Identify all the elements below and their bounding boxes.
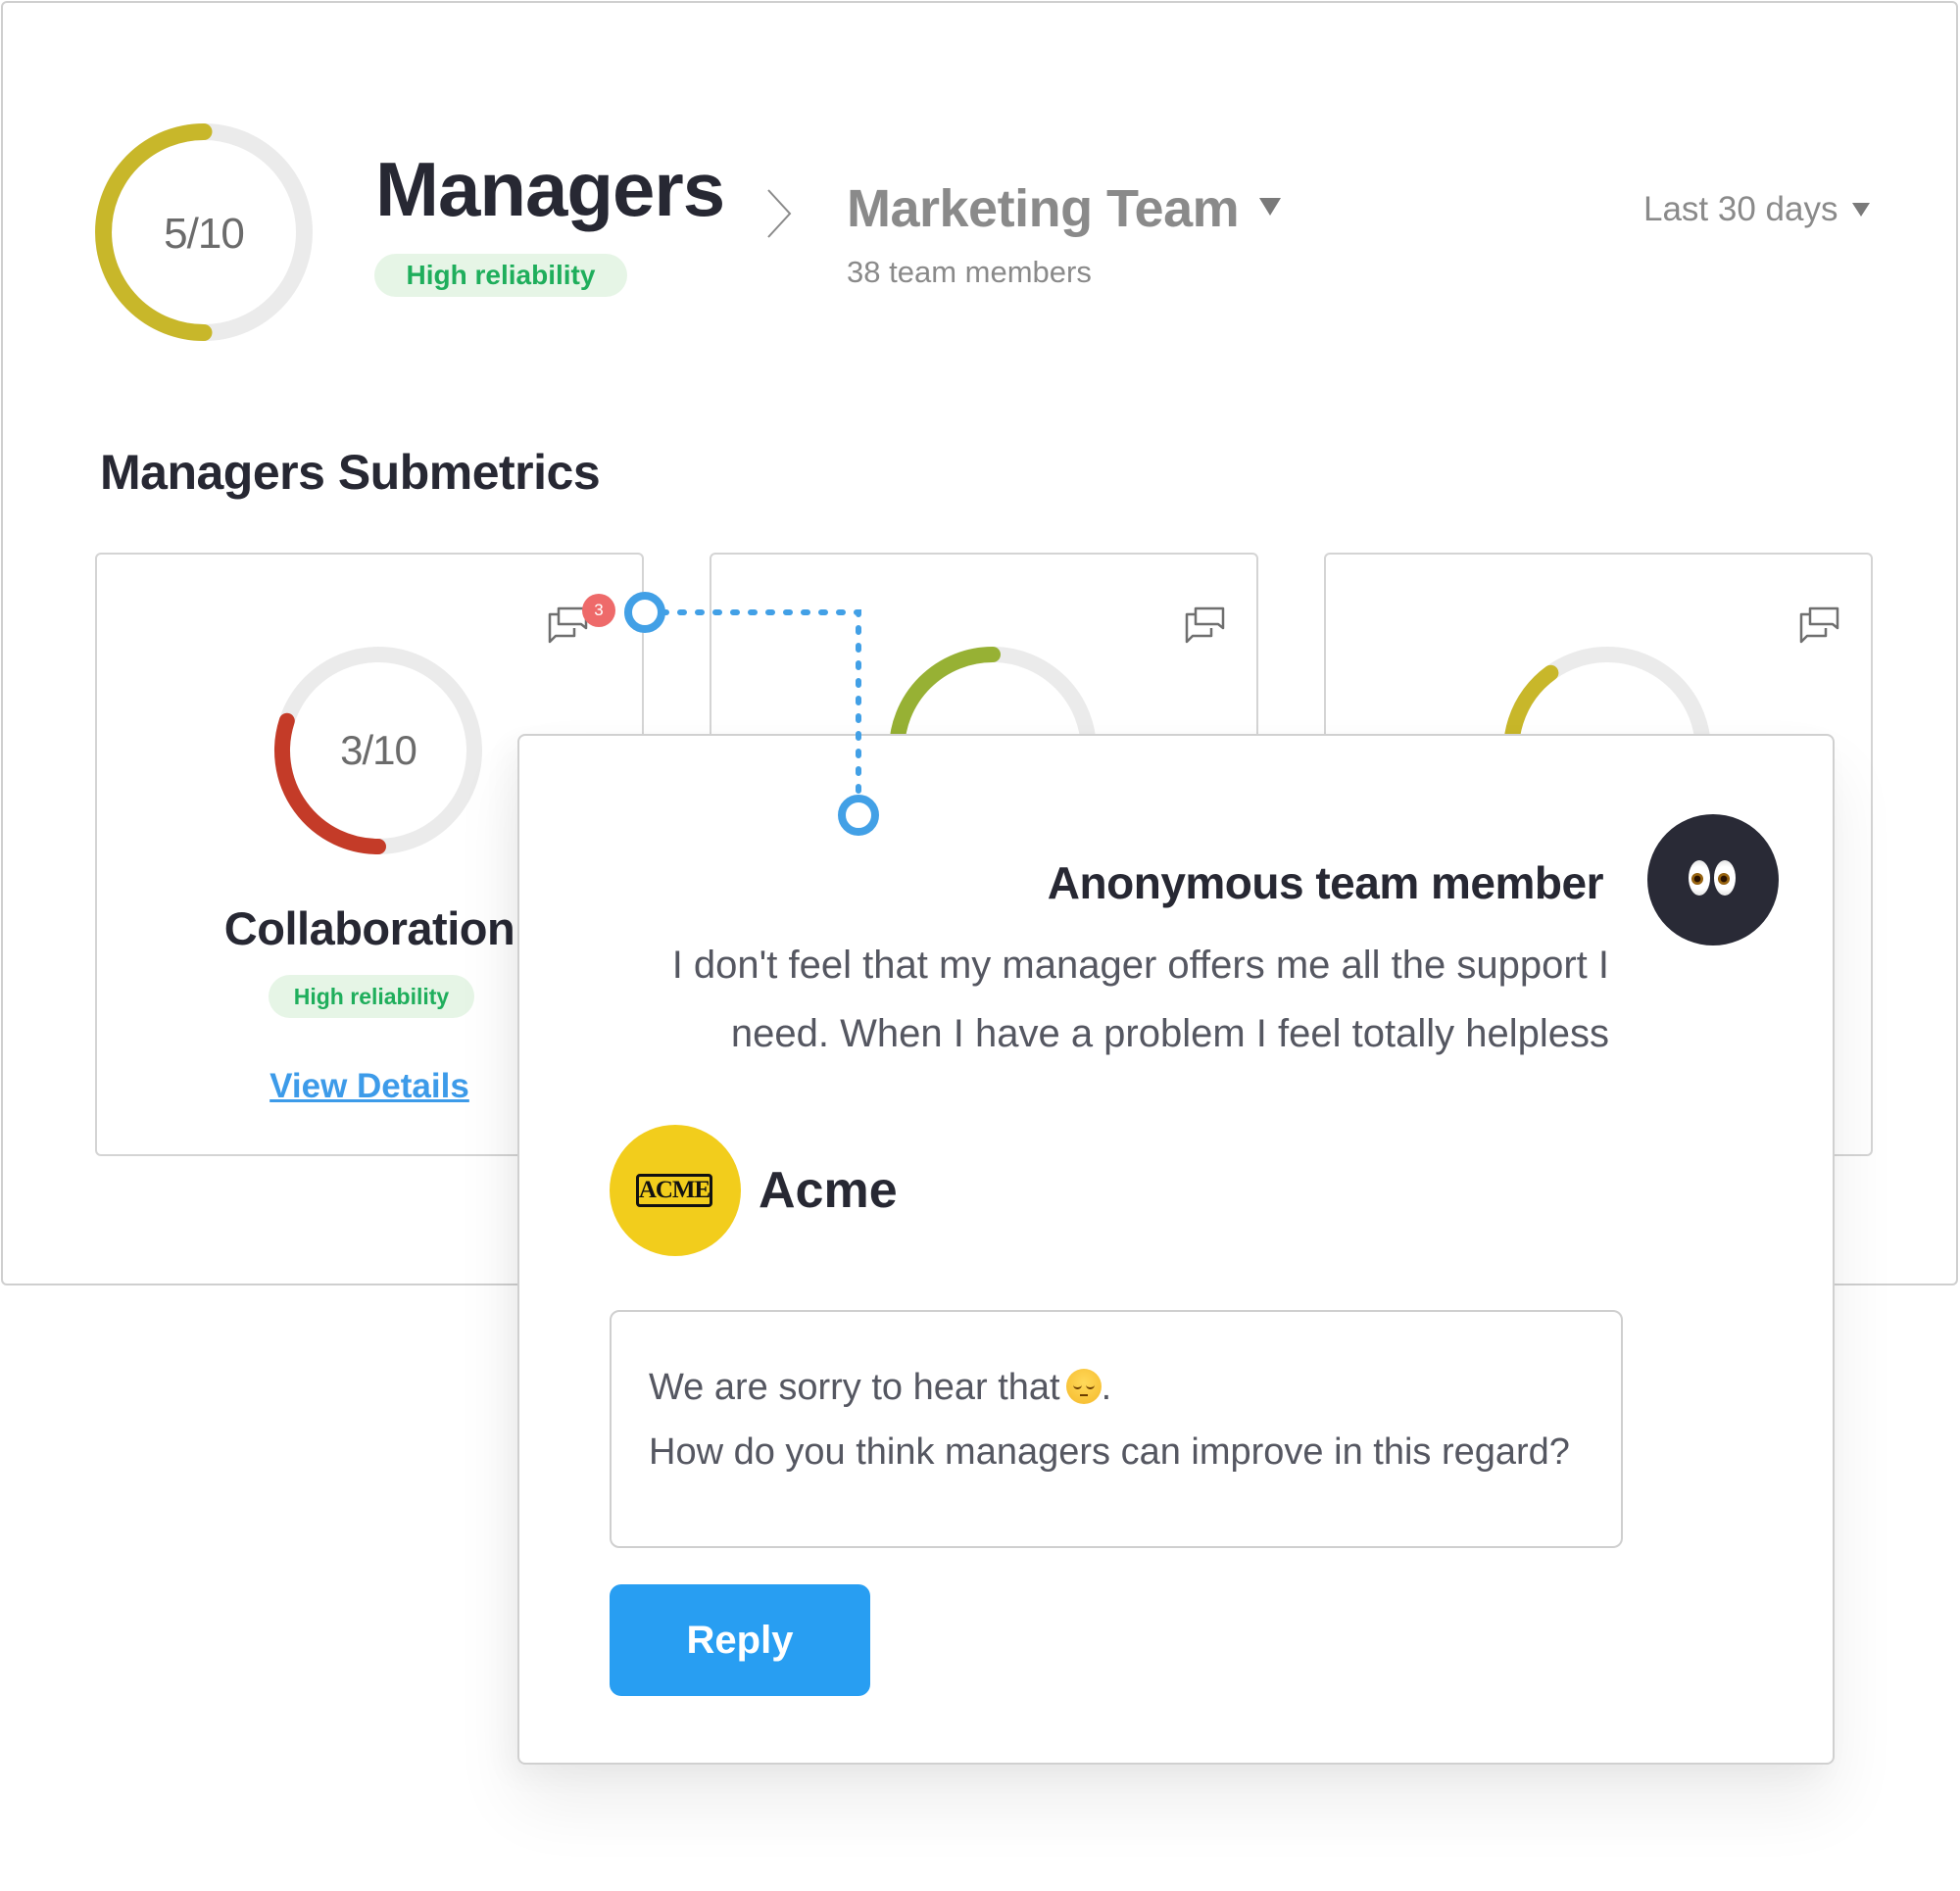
reliability-badge: High reliability	[374, 254, 627, 297]
page-title: Managers	[375, 146, 725, 232]
reply-text: We are sorry to hear that	[649, 1367, 1060, 1408]
comment-message: I don't feel that my manager offers me a…	[671, 944, 1609, 1055]
comments-icon[interactable]	[1796, 605, 1841, 646]
collaboration-score-ring: 3/10	[274, 647, 482, 854]
reply-textarea[interactable]: We are sorry to hear that. How do you th…	[610, 1310, 1623, 1548]
section-title: Managers Submetrics	[100, 445, 601, 500]
managers-score-ring: 5/10	[95, 123, 313, 341]
reply-button[interactable]: Reply	[610, 1584, 870, 1696]
responder-name: Acme	[759, 1162, 898, 1219]
eye-icon	[1689, 860, 1710, 896]
comments-icon[interactable]	[1182, 605, 1227, 646]
acme-logo: ACME	[636, 1174, 712, 1207]
comment-popover: Anonymous team member I don't feel that …	[517, 734, 1835, 1765]
team-selector[interactable]: Marketing Team	[847, 174, 1240, 243]
reply-line-2: How do you think managers can improve in…	[649, 1431, 1570, 1473]
caret-down-icon[interactable]	[1257, 194, 1283, 218]
eye-icon	[1714, 860, 1736, 896]
pensive-face-icon	[1065, 1369, 1102, 1404]
caret-down-icon[interactable]	[1851, 201, 1871, 218]
reliability-badge: High reliability	[269, 975, 474, 1018]
team-members-count: 38 team members	[847, 255, 1092, 289]
acme-avatar: ACME	[610, 1125, 741, 1256]
anonymous-avatar	[1647, 814, 1779, 946]
reply-line-1: We are sorry to hear that.	[649, 1355, 1584, 1420]
managers-score-label: 5/10	[164, 210, 245, 258]
collaboration-score-label: 3/10	[340, 727, 417, 773]
period-selector[interactable]: Last 30 days	[1643, 188, 1838, 231]
comment-author: Anonymous team member	[1047, 857, 1604, 908]
chevron-right-icon	[766, 188, 792, 239]
comment-count-badge: 3	[582, 594, 615, 627]
reply-text: .	[1101, 1367, 1112, 1408]
